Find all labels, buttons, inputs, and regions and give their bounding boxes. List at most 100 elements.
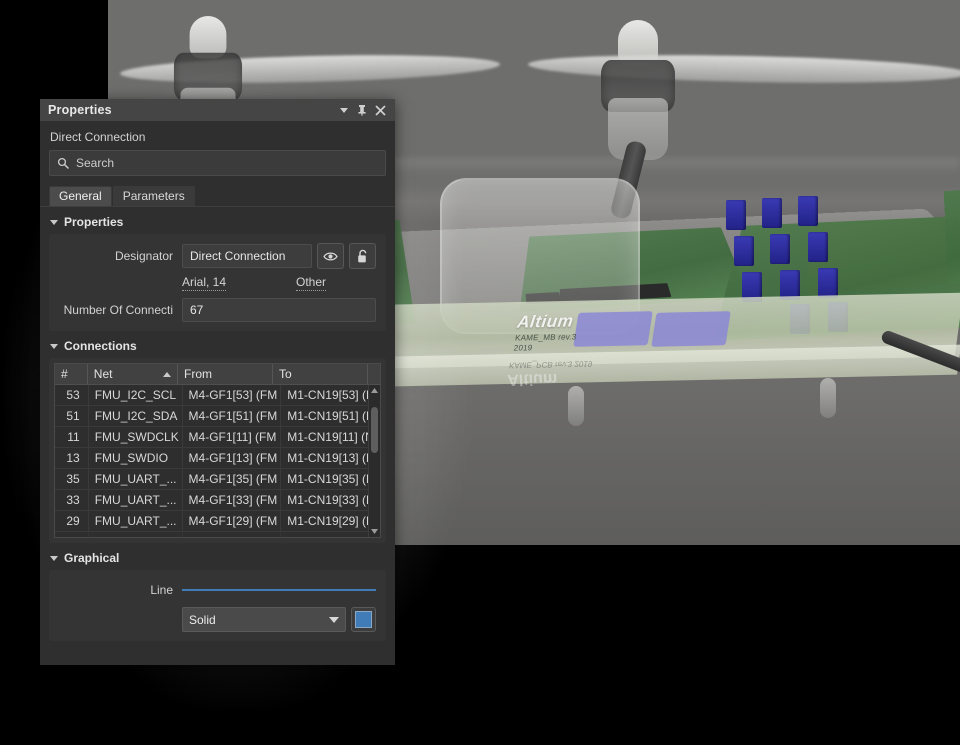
section-title-properties: Properties (64, 215, 123, 229)
unlock-icon[interactable] (349, 243, 376, 269)
line-color-swatch[interactable] (351, 607, 376, 632)
blue-connector (818, 268, 838, 298)
board-silkscreen-brand: Altium KAME_MB rev.3 2019 (513, 311, 580, 352)
cell-number: 11 (55, 427, 89, 447)
number-of-connections-label: Number Of Connecti (59, 303, 182, 317)
section-title-connections: Connections (64, 339, 137, 353)
cell-number: 53 (55, 385, 89, 405)
line-width-slider[interactable] (182, 579, 376, 601)
blue-connector (734, 236, 754, 266)
tab-general[interactable]: General (49, 186, 112, 206)
column-header-from[interactable]: From (178, 364, 273, 384)
eye-icon[interactable] (317, 243, 344, 269)
table-row[interactable]: 35 FMU_UART_... M4-GF1[35] (FM M1-CN19[3… (55, 469, 380, 490)
board-brand-text: Altium (516, 311, 575, 331)
collapse-caret-icon (50, 220, 58, 225)
sort-ascending-icon (163, 372, 171, 377)
propeller-right-blade (528, 51, 960, 86)
table-row[interactable]: 29 FMU_UART_... M4-GF1[29] (FM M1-CN19[2… (55, 511, 380, 532)
collapse-caret-icon (50, 556, 58, 561)
cell-from: M4-GF1[51] (FM (183, 406, 282, 426)
lavender-component (573, 311, 653, 347)
cell-net: FMU_I2C_SDA (89, 406, 183, 426)
section-header-connections[interactable]: Connections (40, 331, 395, 358)
collapse-caret-icon (50, 344, 58, 349)
table-row[interactable]: 11 FMU_SWDCLK M4-GF1[11] (FM M1-CN19[11]… (55, 427, 380, 448)
cell-net: FMU_UART_... (89, 469, 183, 489)
panel-titlebar: Properties (40, 99, 395, 121)
font-link[interactable]: Arial, 14 (182, 275, 226, 291)
board-label-text: KAME_MB rev.3 (515, 332, 578, 342)
table-vertical-scrollbar[interactable] (368, 385, 380, 537)
cell-number: 35 (55, 469, 89, 489)
cell-to: M1-CN19[13] (N (281, 448, 380, 468)
column-header-net-label: Net (94, 367, 113, 381)
line-style-dropdown[interactable]: Solid (182, 607, 346, 632)
scroll-up-arrow-icon[interactable] (369, 385, 380, 396)
column-header-net[interactable]: Net (88, 364, 178, 384)
panel-tabs: General Parameters (40, 185, 395, 207)
cell-net: FMU_SWDIO (89, 448, 183, 468)
scrollbar-thumb[interactable] (371, 407, 378, 453)
other-link[interactable]: Other (296, 275, 326, 291)
line-color-chip (355, 611, 372, 628)
cell-net: FMU_UART_... (89, 511, 183, 531)
tab-parameters[interactable]: Parameters (113, 186, 195, 206)
section-header-graphical[interactable]: Graphical (40, 543, 395, 570)
designator-field[interactable]: Direct Connection (182, 244, 312, 268)
cell-number: 33 (55, 490, 89, 510)
standoff-post (820, 378, 836, 418)
cell-number: 31 (55, 532, 89, 537)
table-row[interactable]: 13 FMU_SWDIO M4-GF1[13] (FM M1-CN19[13] … (55, 448, 380, 469)
table-row[interactable]: 51 FMU_I2C_SDA M4-GF1[51] (FM M1-CN19[51… (55, 406, 380, 427)
cell-net: FMU_SWDCLK (89, 427, 183, 447)
table-row[interactable]: 33 FMU_UART_... M4-GF1[33] (FM M1-CN19[3… (55, 490, 380, 511)
column-header-extra[interactable] (368, 364, 380, 384)
section-header-properties[interactable]: Properties (40, 207, 395, 234)
table-body: 53 FMU_I2C_SCL M4-GF1[53] (FM M1-CN19[53… (55, 385, 380, 537)
cell-to: M1-CN19[35] (F (281, 469, 380, 489)
screen-root: Altium KAME_MB rev.3 2019 Altium KAME_PC… (0, 0, 960, 745)
line-style-row: Solid (59, 607, 376, 632)
cell-number: 51 (55, 406, 89, 426)
cell-net: FMU_UART_... (89, 490, 183, 510)
line-width-row: Line (59, 579, 376, 601)
column-header-number[interactable]: # (55, 364, 88, 384)
board-brand-mirror-text: Altium (506, 370, 558, 388)
line-label: Line (59, 583, 182, 597)
section-title-graphical: Graphical (64, 551, 119, 565)
blue-connector (762, 198, 782, 228)
chevron-down-icon[interactable] (335, 101, 353, 119)
line-style-value: Solid (189, 613, 329, 627)
cell-net: FMU_UART (89, 532, 183, 537)
search-icon (57, 157, 69, 169)
standoff-post (568, 386, 584, 426)
search-placeholder: Search (76, 156, 114, 170)
cell-to: M1-CN19[31] (F (281, 532, 380, 537)
line-preview-stroke (182, 589, 376, 591)
search-input[interactable]: Search (49, 150, 386, 176)
properties-panel: Properties Direct Connection (40, 99, 395, 665)
blue-connector (726, 200, 746, 230)
table-row[interactable]: 31 FMU_UART M4-GF1[31] (FM M1-CN19[31] (… (55, 532, 380, 537)
cell-to: M1-CN19[11] (N (281, 427, 380, 447)
pin-icon[interactable] (353, 101, 371, 119)
cell-number: 29 (55, 511, 89, 531)
cell-to: M1-CN19[29] (F (281, 511, 380, 531)
scroll-down-arrow-icon[interactable] (369, 526, 380, 537)
connections-table: # Net From To 53 FMU_I2C_SCL M4-GF1[53] … (54, 363, 381, 538)
column-header-to[interactable]: To (273, 364, 368, 384)
cell-from: M4-GF1[11] (FM (183, 427, 282, 447)
cell-from: M4-GF1[13] (FM (183, 448, 282, 468)
lavender-component (651, 311, 731, 347)
graphical-group: Line Solid (49, 570, 386, 641)
table-row[interactable]: 53 FMU_I2C_SCL M4-GF1[53] (FM M1-CN19[53… (55, 385, 380, 406)
number-of-connections-field[interactable]: 67 (182, 298, 376, 322)
cell-to: M1-CN19[51] (F (281, 406, 380, 426)
table-header-row: # Net From To (55, 364, 380, 385)
close-icon[interactable] (371, 101, 389, 119)
panel-subtitle: Direct Connection (40, 121, 395, 150)
cell-from: M4-GF1[35] (FM (183, 469, 282, 489)
designator-label: Designator (59, 249, 182, 263)
blue-connector (770, 234, 790, 264)
